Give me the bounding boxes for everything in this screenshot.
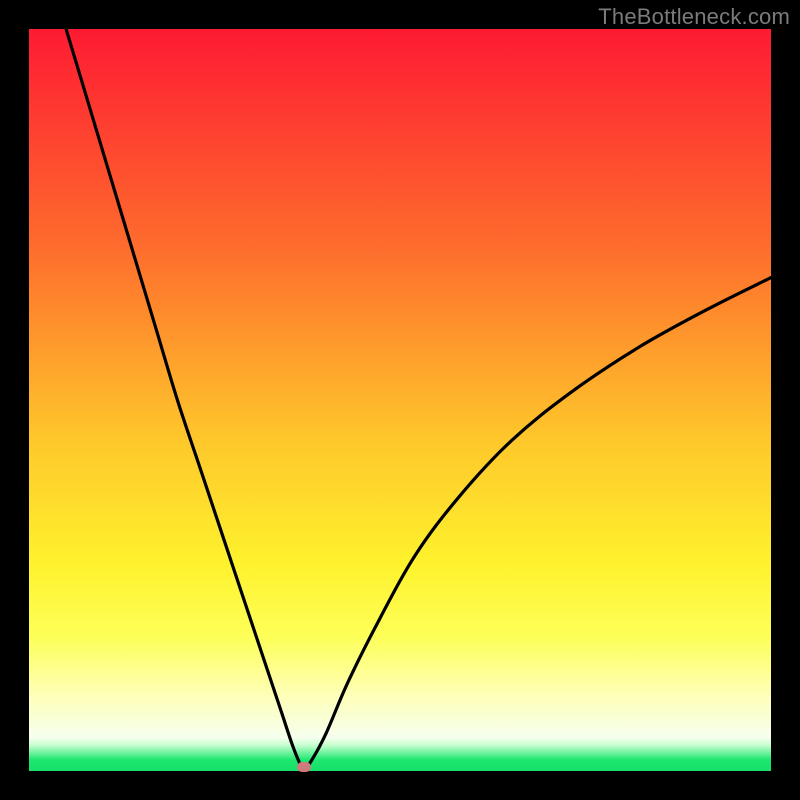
- chart-frame: [29, 29, 771, 771]
- optimum-marker: [297, 762, 311, 772]
- bottleneck-chart: [29, 29, 771, 771]
- gradient-background: [29, 29, 771, 771]
- watermark-text: TheBottleneck.com: [598, 4, 790, 30]
